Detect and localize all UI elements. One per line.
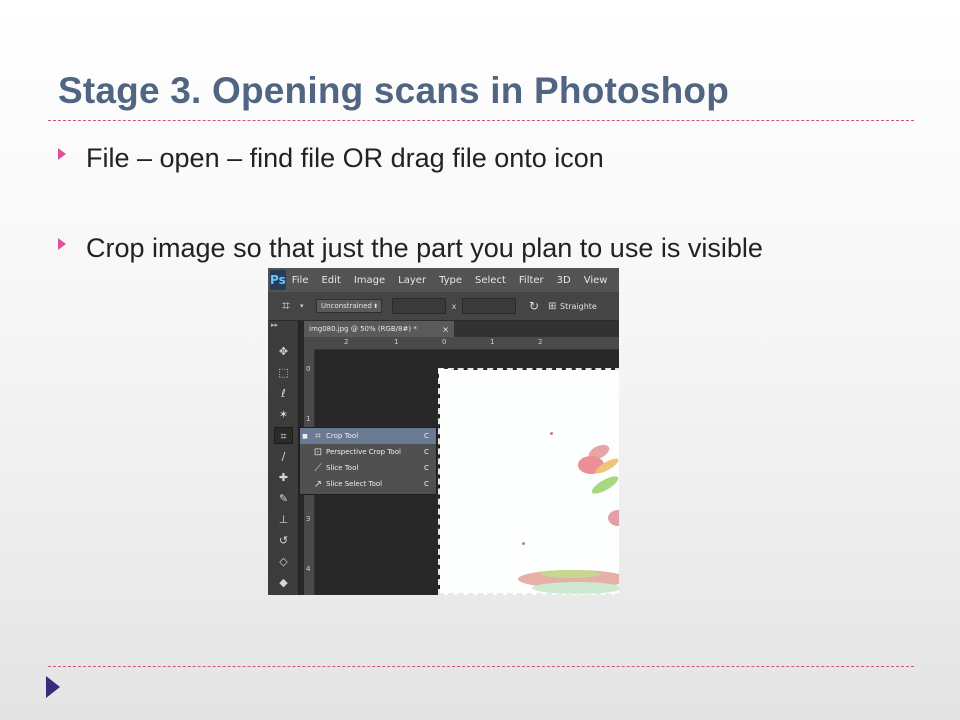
- straighten-label[interactable]: Straighte: [560, 302, 597, 311]
- straighten-icon[interactable]: ⊞: [548, 301, 560, 312]
- ruler-label: 1: [394, 338, 399, 346]
- crop-icon[interactable]: ⌗: [282, 299, 300, 313]
- flyout-item-shortcut: C: [424, 448, 429, 456]
- flyout-item-shortcut: C: [424, 432, 429, 440]
- flyout-item-label: Slice Tool: [326, 464, 359, 472]
- menu-image[interactable]: Image: [354, 275, 385, 286]
- flyout-item-slice-tool[interactable]: ⟋ Slice Tool C: [300, 460, 436, 476]
- bullet-text: Crop image so that just the part you pla…: [86, 233, 763, 263]
- clear-rotate-icon[interactable]: ↻: [522, 299, 546, 313]
- marquee-icon[interactable]: ⬚: [274, 364, 293, 381]
- photoshop-screenshot: Ps File Edit Image Layer Type Select Fil…: [268, 268, 619, 595]
- brush-icon[interactable]: ✎: [274, 490, 293, 507]
- menu-edit[interactable]: Edit: [321, 275, 340, 286]
- ruler-label: 1: [306, 415, 311, 423]
- menu-view[interactable]: View: [584, 275, 608, 286]
- ruler-label: 1: [490, 338, 495, 346]
- constraint-value: Unconstrained: [321, 302, 372, 310]
- flyout-item-shortcut: C: [424, 464, 429, 472]
- ruler-label: 0: [442, 338, 447, 346]
- crop-handle[interactable]: [439, 369, 451, 381]
- magic-wand-icon[interactable]: ✶: [274, 406, 293, 423]
- menu-select[interactable]: Select: [475, 275, 506, 286]
- close-icon[interactable]: ×: [442, 325, 449, 334]
- eyedropper-icon[interactable]: ∕: [274, 448, 293, 465]
- flyout-item-crop-tool[interactable]: ■ ⌗ Crop Tool C: [300, 428, 436, 444]
- ruler-corner: [304, 337, 314, 349]
- swap-button[interactable]: x: [446, 302, 462, 311]
- menu-bar: Ps File Edit Image Layer Type Select Fil…: [268, 268, 619, 292]
- lasso-icon[interactable]: ℓ: [274, 385, 293, 402]
- bullet-text: File – open – find file OR drag file ont…: [86, 143, 604, 173]
- collapse-panel-icon[interactable]: ▸▸: [271, 321, 278, 329]
- constraint-dropdown[interactable]: Unconstrained ⬍: [316, 299, 382, 313]
- crop-tool-flyout: ■ ⌗ Crop Tool C ⊡ Perspective Crop Tool …: [299, 427, 437, 495]
- width-ratio-field[interactable]: [392, 298, 446, 314]
- options-bar: ⌗ ▾ Unconstrained ⬍ x ↻ ⊞ Straighte: [268, 292, 619, 321]
- up-down-arrows-icon: ⬍: [372, 302, 378, 310]
- slice-select-icon: ↗: [313, 478, 323, 490]
- tool-preset-dropdown-icon[interactable]: ▾: [300, 302, 310, 310]
- tab-strip: [454, 321, 619, 337]
- bullet-item: Crop image so that just the part you pla…: [58, 230, 838, 267]
- flyout-item-shortcut: C: [424, 480, 429, 488]
- clone-stamp-icon[interactable]: ⊥: [274, 511, 293, 528]
- bottom-divider: [48, 666, 914, 667]
- crop-icon[interactable]: ⌗: [274, 427, 293, 444]
- height-ratio-field[interactable]: [462, 298, 516, 314]
- menu-layer[interactable]: Layer: [398, 275, 426, 286]
- menu-type[interactable]: Type: [439, 275, 462, 286]
- document-tab-label: img080.jpg @ 50% (RGB/8#) *: [309, 325, 417, 333]
- menu-filter[interactable]: Filter: [519, 275, 544, 286]
- ruler-label: 4: [306, 565, 311, 573]
- top-divider: [48, 120, 914, 121]
- bullet-arrow-icon: [58, 238, 66, 250]
- menu-file[interactable]: File: [292, 275, 309, 286]
- eraser-icon[interactable]: ◇: [274, 553, 293, 570]
- bullet-arrow-icon: [58, 148, 66, 160]
- selected-dot-icon: ■: [302, 432, 308, 440]
- move-icon[interactable]: ✥: [274, 343, 293, 360]
- slide-title: Stage 3. Opening scans in Photoshop: [58, 70, 730, 111]
- ruler-label: 3: [306, 515, 311, 523]
- flyout-item-label: Crop Tool: [326, 432, 359, 440]
- paint-bucket-icon[interactable]: ◆: [274, 574, 293, 591]
- document-tab[interactable]: img080.jpg @ 50% (RGB/8#) * ×: [304, 321, 454, 337]
- horizontal-ruler: 2 1 0 1 2: [314, 337, 619, 350]
- ruler-label: 0: [306, 365, 311, 373]
- flyout-item-label: Perspective Crop Tool: [326, 448, 401, 456]
- bullet-item: File – open – find file OR drag file ont…: [58, 140, 604, 177]
- ruler-label: 2: [344, 338, 349, 346]
- healing-brush-icon[interactable]: ✚: [274, 469, 293, 486]
- photoshop-logo: Ps: [270, 270, 286, 290]
- tools-panel: ▸▸ ✥ ⬚ ℓ ✶ ⌗ ∕ ✚ ✎ ⊥ ↺ ◇ ◆: [268, 321, 299, 595]
- menu-3d[interactable]: 3D: [557, 275, 571, 286]
- perspective-crop-icon: ⊡: [313, 446, 323, 458]
- history-brush-icon[interactable]: ↺: [274, 532, 293, 549]
- crop-marquee[interactable]: [438, 368, 619, 595]
- flyout-item-slice-select-tool[interactable]: ↗ Slice Select Tool C: [300, 476, 436, 492]
- flyout-item-perspective-crop-tool[interactable]: ⊡ Perspective Crop Tool C: [300, 444, 436, 460]
- footer-arrow-icon: [46, 676, 60, 698]
- flyout-item-label: Slice Select Tool: [326, 480, 383, 488]
- slice-icon: ⟋: [314, 462, 322, 474]
- ruler-label: 2: [538, 338, 543, 346]
- crop-icon: ⌗: [315, 430, 321, 442]
